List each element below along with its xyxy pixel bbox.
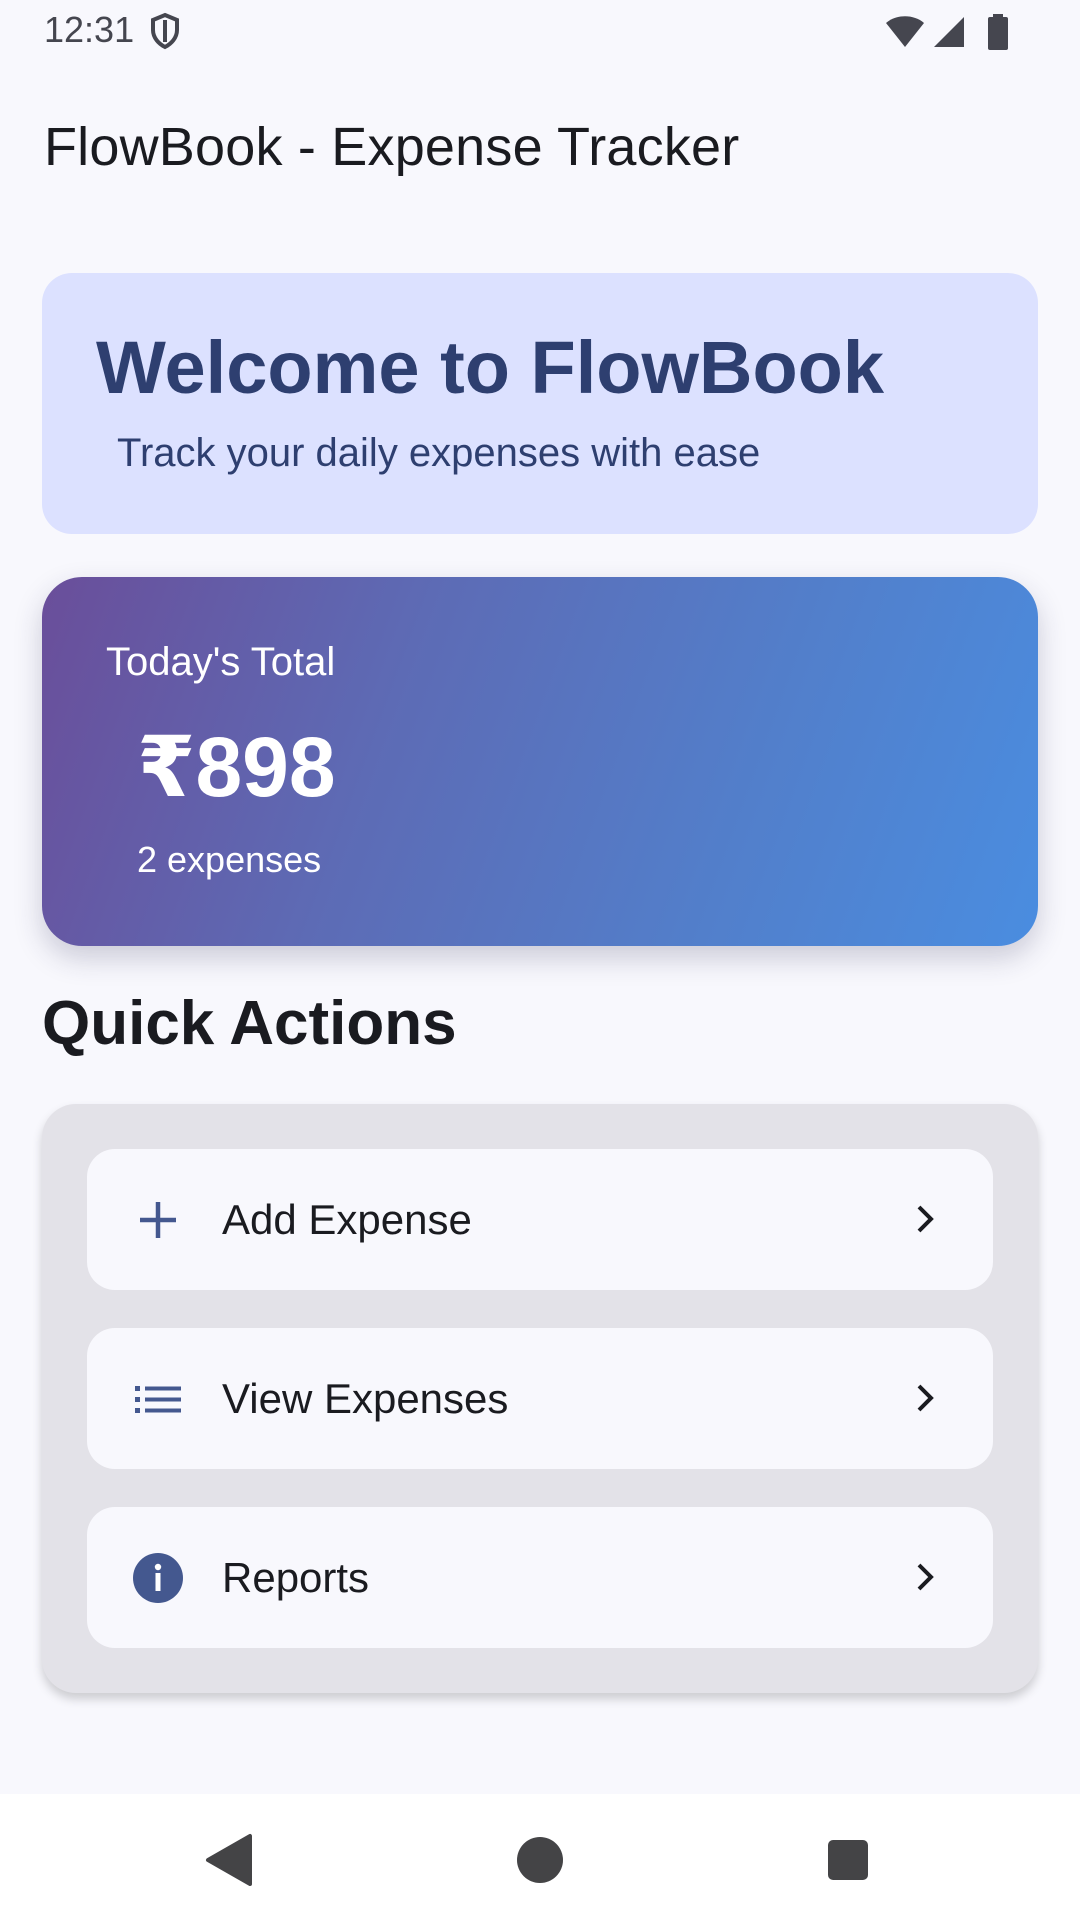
view-expenses-label: View Expenses [222, 1375, 509, 1422]
expense-count: 2 expenses [137, 839, 322, 880]
today-total-label: Today's Total [106, 640, 336, 684]
list-icon [135, 1386, 181, 1413]
status-bar: 12:31 [0, 0, 1080, 70]
today-total-card: Today's Total ₹898 2 expenses [42, 577, 1038, 946]
shield-icon [151, 12, 179, 50]
reports-button[interactable]: Reports [87, 1507, 993, 1648]
cell-signal-icon [934, 17, 964, 47]
navigation-bar [0, 1794, 1080, 1920]
chevron-right-icon [917, 1205, 934, 1233]
welcome-title: Welcome to FlowBook [96, 326, 885, 409]
status-icons [884, 14, 1010, 50]
info-icon [133, 1553, 183, 1603]
today-total-amount: ₹898 [137, 720, 336, 814]
add-expense-button[interactable]: Add Expense [87, 1149, 993, 1290]
battery-icon [988, 14, 1008, 50]
chevron-right-icon [917, 1384, 934, 1412]
welcome-subtitle: Track your daily expenses with ease [117, 431, 761, 475]
chevron-right-icon [917, 1563, 934, 1591]
home-icon[interactable] [510, 1830, 570, 1890]
plus-icon [140, 1202, 176, 1238]
view-expenses-button[interactable]: View Expenses [87, 1328, 993, 1469]
quick-actions-heading: Quick Actions [42, 989, 457, 1058]
status-time: 12:31 [44, 9, 135, 50]
welcome-card: Welcome to FlowBook Track your daily exp… [42, 273, 1038, 534]
recents-icon[interactable] [818, 1830, 878, 1890]
wifi-icon [886, 16, 924, 47]
add-expense-label: Add Expense [222, 1196, 472, 1243]
reports-label: Reports [222, 1554, 370, 1601]
app-title: FlowBook - Expense Tracker [44, 117, 740, 177]
quick-actions-panel: Add Expense View Expenses Reports [42, 1104, 1038, 1693]
back-icon[interactable] [202, 1830, 262, 1890]
